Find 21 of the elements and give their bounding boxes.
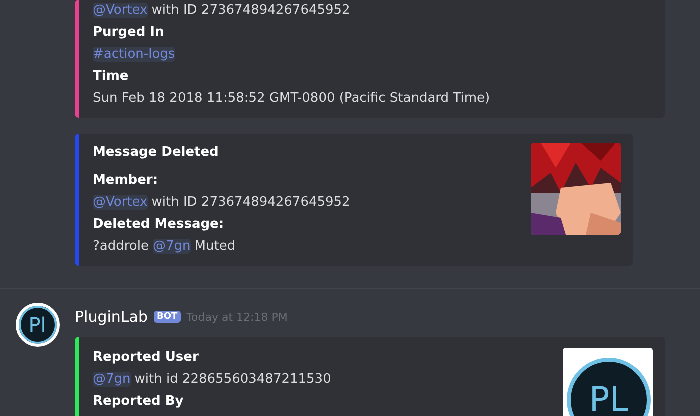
field-value: Sun Feb 18 2018 11:58:52 GMT-0800 (Pacific Standard Time) [93, 90, 490, 108]
field-name: Time [93, 68, 130, 86]
mention-link[interactable]: @7gn [93, 372, 131, 387]
logo-thumbnail: PL [563, 348, 653, 416]
mention-link[interactable]: @Vortex [93, 3, 148, 18]
field-value: @7gn with id 228655603487211530 [93, 371, 332, 389]
field-name: Purged In [93, 24, 166, 42]
field-value: @Vortex with ID 273674894267645952 [93, 194, 350, 212]
field-name: Reported User [93, 349, 200, 367]
embed-title: Message Deleted [93, 144, 220, 162]
bot-tag: BOT [154, 311, 181, 323]
field-name: Member: [93, 172, 160, 190]
field-name: Reported By [93, 393, 185, 411]
mention-link[interactable]: @Vortex [93, 195, 148, 210]
author-name[interactable]: PluginLab [75, 308, 148, 326]
field-value: @Vortex with ID 273674894267645952 [93, 2, 352, 20]
field-value: ?addrole @7gn Muted [93, 238, 237, 256]
mention-link[interactable]: #action-logs [93, 47, 176, 62]
mention-link[interactable]: @7gn [153, 239, 191, 254]
field-name: Deleted Message: [93, 216, 226, 234]
bot-avatar[interactable]: Pl [16, 303, 60, 347]
